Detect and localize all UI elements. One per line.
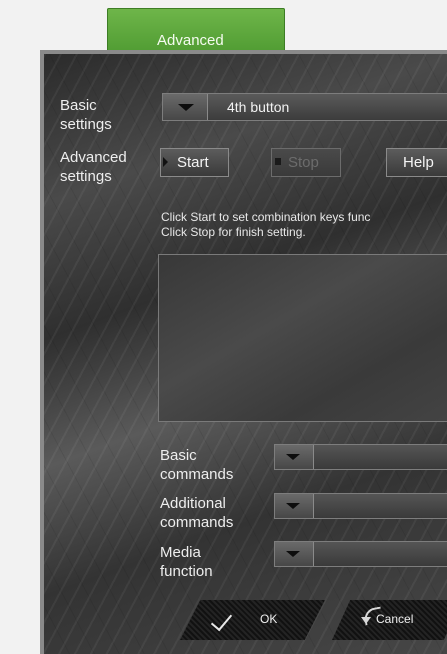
media-function-dropdown[interactable] — [274, 541, 447, 567]
media-function-dropdown-toggle[interactable] — [275, 542, 314, 566]
basic-commands-dropdown-toggle[interactable] — [275, 445, 314, 469]
stop-button[interactable]: Stop — [271, 148, 341, 177]
additional-commands-label-line2: commands — [160, 514, 234, 531]
additional-commands-dropdown-toggle[interactable] — [275, 494, 314, 518]
media-function-label-line2: function — [160, 563, 213, 580]
stop-icon — [275, 158, 281, 165]
cancel-button-label: Cancel — [376, 612, 414, 626]
basic-settings-label-line1: Basic — [60, 97, 97, 114]
advanced-settings-label: Advanced settings — [60, 148, 127, 186]
dropdown-toggle[interactable] — [163, 94, 208, 120]
additional-commands-label: Additional commands — [160, 494, 233, 532]
help-button-label: Help — [403, 154, 434, 171]
additional-commands-dropdown[interactable] — [274, 493, 447, 519]
chevron-down-icon — [178, 104, 194, 111]
advanced-settings-label-line2: settings — [60, 168, 112, 185]
chevron-down-icon — [286, 454, 300, 460]
basic-commands-label: Basic commands — [160, 446, 233, 484]
tab-advanced[interactable]: Advanced — [107, 8, 285, 56]
stop-button-label: Stop — [288, 154, 319, 171]
start-button[interactable]: Start — [160, 148, 229, 177]
checkmark-icon — [210, 608, 233, 632]
additional-commands-label-line1: Additional — [160, 495, 226, 512]
basic-settings-label: Basic settings — [60, 96, 112, 134]
start-button-label: Start — [177, 154, 209, 171]
advanced-settings-label-line1: Advanced — [60, 149, 127, 166]
media-function-label: Media function — [160, 543, 213, 581]
instruction-text-line2: Click Stop for finish setting. — [161, 225, 306, 239]
basic-settings-label-line2: settings — [60, 116, 112, 133]
dropdown-selected-value: 4th button — [227, 99, 290, 115]
basic-commands-label-line2: commands — [160, 466, 234, 483]
cancel-button[interactable]: Cancel — [332, 600, 447, 640]
key-combination-display[interactable] — [158, 254, 447, 422]
tab-advanced-label: Advanced — [157, 32, 224, 49]
chevron-down-icon — [286, 503, 300, 509]
instruction-text-line1: Click Start to set combination keys func — [161, 210, 371, 224]
help-button[interactable]: Help — [386, 148, 447, 177]
play-icon — [163, 157, 168, 167]
ok-button[interactable]: OK — [180, 600, 325, 640]
ok-button-label: OK — [260, 612, 278, 626]
basic-commands-label-line1: Basic — [160, 447, 197, 464]
undo-arrow-tip — [361, 617, 371, 624]
chevron-down-icon — [286, 551, 300, 557]
button-assignment-dropdown[interactable]: 4th button — [162, 93, 447, 121]
window-left-margin — [0, 0, 40, 640]
basic-commands-dropdown[interactable] — [274, 444, 447, 470]
media-function-label-line1: Media — [160, 544, 201, 561]
